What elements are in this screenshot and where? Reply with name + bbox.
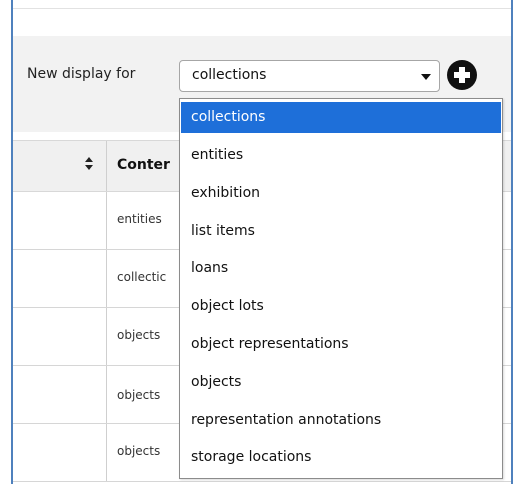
add-display-icon[interactable] <box>447 60 477 90</box>
dropdown-option-collections[interactable]: collections <box>181 102 501 133</box>
dropdown-option-object-lots[interactable]: object lots <box>181 291 501 322</box>
column-divider <box>106 141 107 191</box>
row-content-cell: objects <box>117 328 161 342</box>
display-type-dropdown-list: collections entities exhibition list ite… <box>179 98 503 479</box>
column-divider <box>106 192 107 249</box>
dropdown-option-entities[interactable]: entities <box>181 140 501 171</box>
dropdown-option-loans[interactable]: loans <box>181 253 501 284</box>
row-content-cell: collectic <box>117 270 167 284</box>
column-divider <box>106 308 107 365</box>
top-strip <box>13 0 511 9</box>
row-content-cell: objects <box>117 444 161 458</box>
column-divider <box>106 250 107 307</box>
dropdown-option-list-items[interactable]: list items <box>181 216 501 247</box>
dropdown-option-object-representations[interactable]: object representations <box>181 329 501 360</box>
display-type-select[interactable]: collections <box>179 60 440 92</box>
column-divider <box>106 424 107 481</box>
sort-arrows-icon[interactable] <box>85 157 95 173</box>
column-header-content[interactable]: Conter <box>117 157 170 173</box>
dropdown-option-storage-locations[interactable]: storage locations <box>181 442 501 473</box>
dropdown-option-representation-annotations[interactable]: representation annotations <box>181 405 501 436</box>
dropdown-option-exhibition[interactable]: exhibition <box>181 178 501 209</box>
app-window: New display for collections Conter entit… <box>11 0 513 484</box>
row-content-cell: entities <box>117 212 162 226</box>
new-display-label: New display for <box>27 66 136 82</box>
dropdown-option-objects[interactable]: objects <box>181 367 501 398</box>
column-divider <box>106 366 107 423</box>
row-content-cell: objects <box>117 388 161 402</box>
display-type-select-value: collections <box>192 67 267 83</box>
chevron-down-icon[interactable] <box>421 74 431 80</box>
